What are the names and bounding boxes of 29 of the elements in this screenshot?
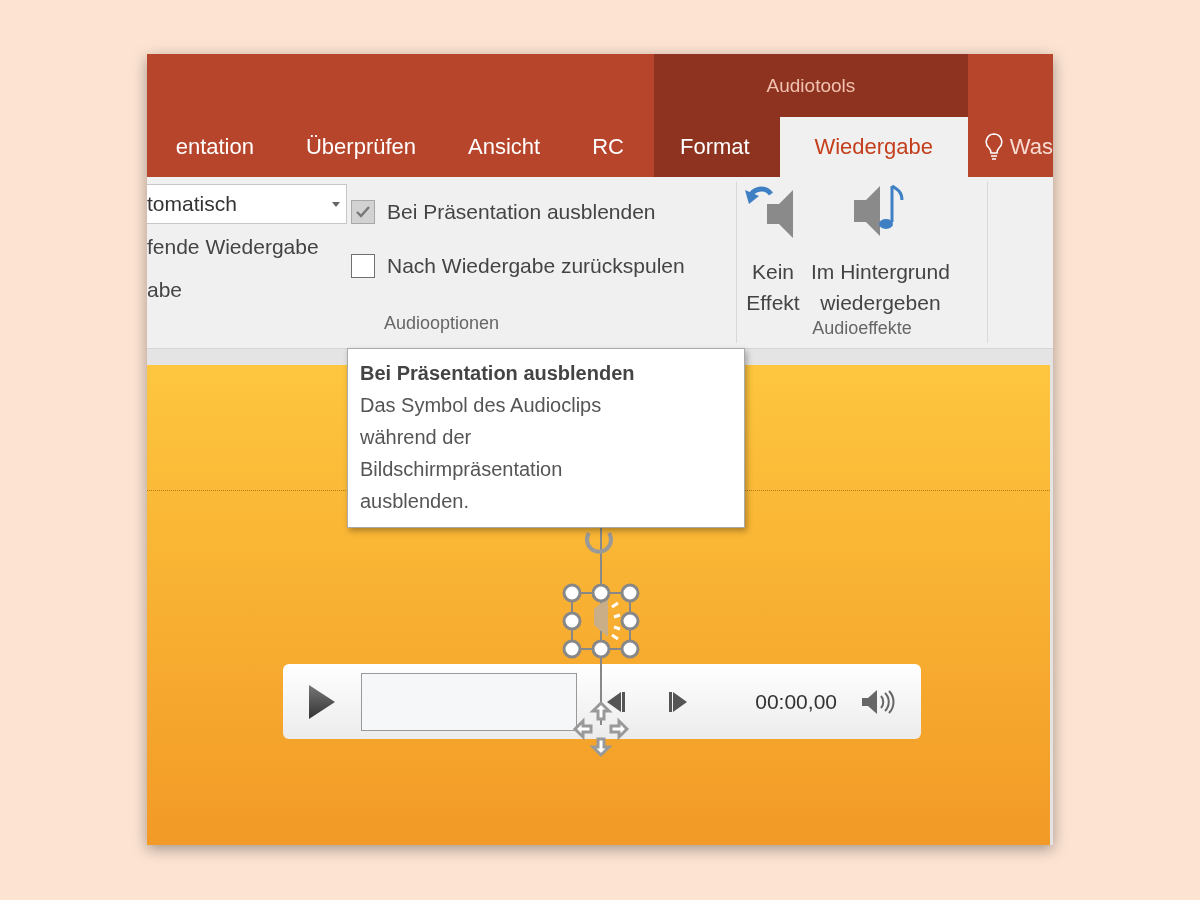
step-forward-icon[interactable] [667, 691, 689, 712]
checkbox[interactable] [351, 254, 375, 278]
tell-me-button[interactable]: Was [967, 117, 1053, 177]
lightbulb-icon [983, 132, 1004, 162]
play-icon[interactable] [307, 684, 337, 719]
contextual-group-title: Audiotools [766, 75, 856, 98]
option-label[interactable]: fende Wiedergabe [147, 235, 347, 267]
effect-button[interactable]: Kein Effekt [743, 182, 803, 318]
checkbox[interactable] [351, 200, 375, 224]
volume-icon[interactable] [861, 688, 895, 715]
tooltip-text: Das Symbol des Audioclips während der Bildschirmpräsentation ausblenden. [360, 393, 603, 514]
ribbon-tab[interactable]: Format [654, 117, 780, 177]
group-label: Audioeffekte [811, 318, 913, 340]
group-label: Audiooptionen [382, 313, 501, 335]
ribbon-tab[interactable]: Überprüfen [280, 117, 443, 177]
time-display: 00:00,00 [755, 689, 837, 714]
dropdown-caret-icon [332, 201, 340, 207]
effect-button[interactable]: Im Hintergrund wiedergeben [809, 182, 952, 318]
progress-track[interactable] [361, 672, 577, 731]
ribbon-tab[interactable]: RC [566, 117, 650, 177]
step-back-icon[interactable] [605, 691, 627, 712]
ribbon-tab[interactable]: Wiedergabe [779, 117, 968, 177]
checkbox-label[interactable]: Bei Präsentation ausblenden [387, 200, 656, 224]
start-dropdown[interactable]: tomatisch [147, 184, 347, 224]
ribbon-tab[interactable]: entation [149, 117, 280, 177]
option-label[interactable]: abe [147, 278, 347, 310]
tooltip-title: Bei Präsentation ausblenden [360, 361, 636, 386]
checkbox-label[interactable]: Nach Wiedergabe zurückspulen [387, 254, 685, 278]
ribbon-tab[interactable]: Ansicht [442, 117, 567, 177]
